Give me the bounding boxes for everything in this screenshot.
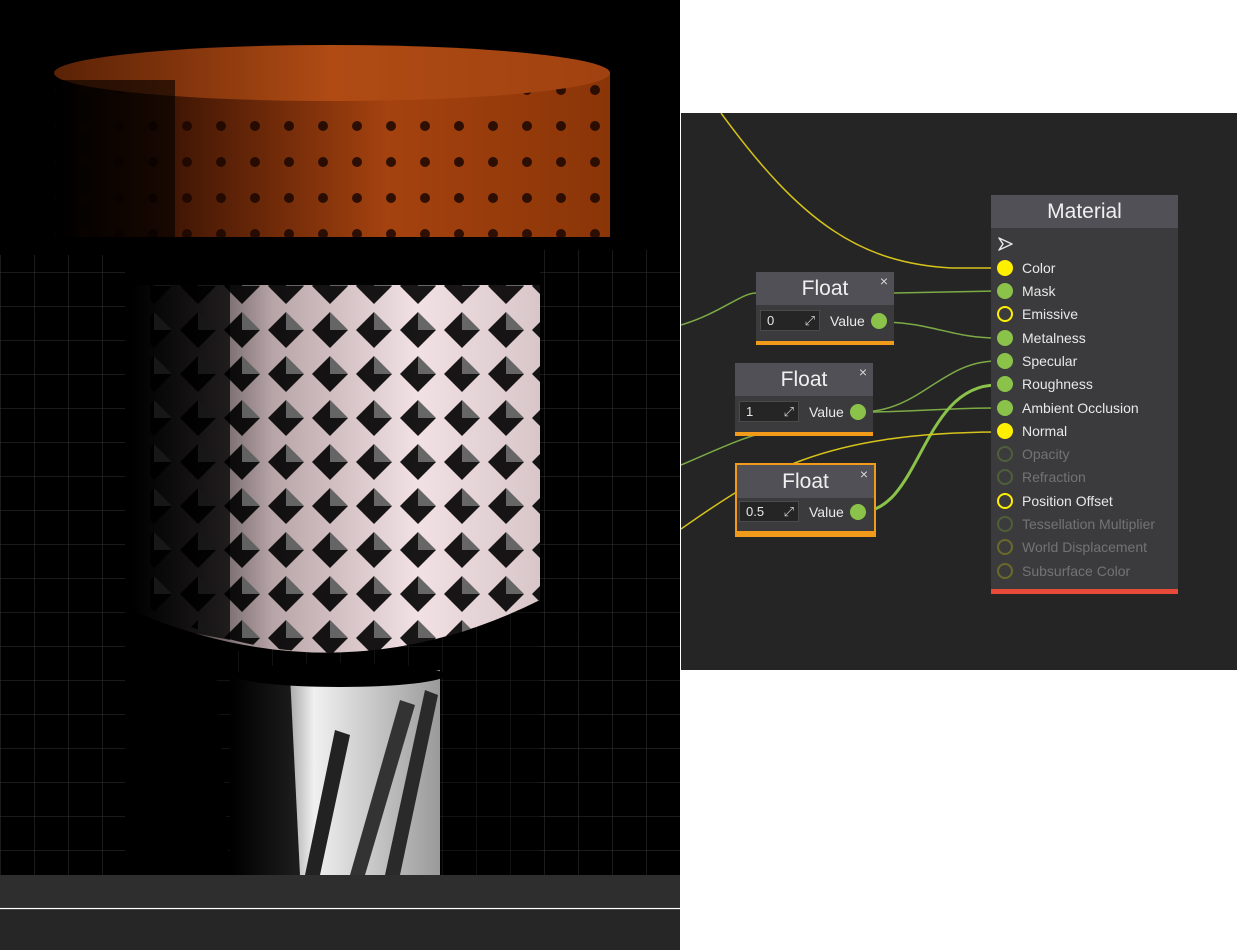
input-pin[interactable] [997,376,1013,392]
input-position-offset[interactable]: Position Offset [997,492,1113,510]
node-title-text: Material [1047,199,1122,223]
viewport-3d[interactable] [0,0,680,875]
float-value-text: 0.5 [746,504,765,519]
input-label: Specular [1022,353,1078,369]
float-node-0[interactable]: Float × 0 ⤢ Value [756,272,894,345]
output-pin[interactable] [849,403,866,420]
output-pin[interactable] [870,312,887,329]
input-pin[interactable] [997,539,1013,555]
node-title-text: Float [801,276,849,300]
float-value-text: 1 [746,404,754,419]
input-label: World Displacement [1022,539,1148,555]
input-pin[interactable] [997,353,1013,369]
diamond-cylinder [125,285,540,653]
input-world-displacement[interactable]: World Displacement [997,538,1147,556]
input-metalness[interactable]: Metalness [997,329,1086,347]
float-node-title[interactable]: Float × [737,465,874,498]
close-icon[interactable]: × [880,273,888,289]
float-value-field[interactable]: 0.5 ⤢ [739,501,799,522]
play-arrow-outline-icon[interactable] [997,235,1015,253]
input-pin[interactable] [997,306,1013,322]
expand-icon[interactable]: ⤢ [784,504,794,520]
close-icon[interactable]: × [859,364,867,380]
app-root: Float × 0 ⤢ Value Float × 1 ⤢ Value Floa… [0,0,1237,950]
input-pin[interactable] [997,563,1013,579]
input-label: Position Offset [1022,493,1113,509]
input-label: Color [1022,260,1056,276]
status-bar [0,909,680,950]
input-label: Metalness [1022,330,1086,346]
close-icon[interactable]: × [860,466,868,482]
input-label: Ambient Occlusion [1022,400,1139,416]
viewport-toolbar [0,875,680,908]
material-node[interactable]: Material Color Mask Emissive Metalness S… [991,195,1178,594]
output-pin[interactable] [849,503,866,520]
input-pin[interactable] [997,400,1013,416]
float-node-2[interactable]: Float × 0.5 ⤢ Value [735,463,876,537]
slotted-cylinder [230,663,445,875]
float-value-text: 0 [767,313,775,328]
float-node-1[interactable]: Float × 1 ⤢ Value [735,363,873,436]
node-footer [735,432,873,436]
float-value-field[interactable]: 0 ⤢ [760,310,820,331]
input-pin[interactable] [997,516,1013,532]
input-refraction[interactable]: Refraction [997,468,1086,486]
material-node-title[interactable]: Material [991,195,1178,228]
float-value-field[interactable]: 1 ⤢ [739,401,799,422]
input-opacity[interactable]: Opacity [997,445,1069,463]
input-label: Normal [1022,423,1068,439]
expand-icon[interactable]: ⤢ [805,313,815,329]
input-subsurface-color[interactable]: Subsurface Color [997,562,1130,580]
input-normal[interactable]: Normal [997,422,1067,440]
output-label: Value [830,312,865,329]
viewport-render [0,45,680,875]
input-label: Emissive [1022,306,1079,322]
input-pin[interactable] [997,260,1013,276]
input-tessellation-multiplier[interactable]: Tessellation Multiplier [997,515,1155,533]
input-label: Refraction [1022,469,1086,485]
input-ambient-occlusion[interactable]: Ambient Occlusion [997,399,1139,417]
node-title-text: Float [782,469,829,493]
input-label: Opacity [1022,446,1070,462]
input-mask[interactable]: Mask [997,282,1055,300]
node-footer [756,341,894,345]
node-title-text: Float [780,367,828,391]
float-node-title[interactable]: Float × [756,272,894,305]
node-footer [737,531,874,535]
input-pin[interactable] [997,423,1013,439]
input-pin[interactable] [997,446,1013,462]
input-specular[interactable]: Specular [997,352,1077,370]
input-label: Mask [1022,283,1056,299]
input-pin[interactable] [997,493,1013,509]
float-node-title[interactable]: Float × [735,363,873,396]
input-color[interactable]: Color [997,259,1055,277]
output-label: Value [809,503,844,520]
orange-cylinder [54,45,610,237]
node-footer [991,589,1178,594]
input-roughness[interactable]: Roughness [997,375,1093,393]
input-pin[interactable] [997,469,1013,485]
input-label: Tessellation Multiplier [1022,516,1156,532]
input-label: Roughness [1022,376,1093,392]
material-graph-editor[interactable]: Float × 0 ⤢ Value Float × 1 ⤢ Value Floa… [681,113,1237,670]
input-pin[interactable] [997,330,1013,346]
output-label: Value [809,403,844,420]
input-pin[interactable] [997,283,1013,299]
expand-icon[interactable]: ⤢ [784,404,794,420]
input-label: Subsurface Color [1022,563,1131,579]
input-emissive[interactable]: Emissive [997,305,1078,323]
